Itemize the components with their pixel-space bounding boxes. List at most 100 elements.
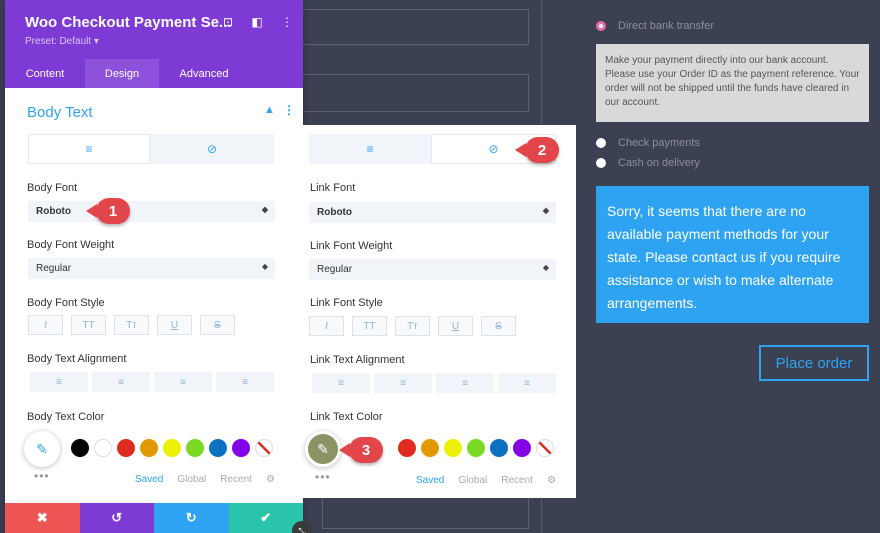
swatch-tab-saved[interactable]: Saved bbox=[135, 474, 163, 485]
no-color-swatch[interactable] bbox=[536, 439, 554, 457]
undo-button[interactable]: ↺ bbox=[79, 503, 154, 533]
color-swatch[interactable] bbox=[444, 439, 462, 457]
swatch-tabs: Saved Global Recent ⚙ bbox=[135, 474, 275, 485]
align-center-button[interactable]: ≡ bbox=[92, 372, 150, 392]
color-swatch[interactable] bbox=[117, 439, 135, 457]
align-right-button[interactable]: ≡ bbox=[154, 372, 212, 392]
align-justify-button[interactable]: ≡ bbox=[216, 372, 274, 392]
checkout-input-field[interactable] bbox=[300, 9, 529, 45]
color-swatch[interactable] bbox=[421, 439, 439, 457]
close-icon: ✖ bbox=[36, 510, 48, 525]
link-text-tab[interactable]: ⊘ bbox=[150, 134, 274, 164]
swatch-tab-saved[interactable]: Saved bbox=[416, 475, 444, 486]
eyedropper-icon: ✎ bbox=[317, 440, 329, 457]
capitalize-button[interactable]: Tт bbox=[114, 315, 149, 335]
more-colors-icon[interactable]: ••• bbox=[315, 470, 331, 484]
gear-icon[interactable]: ⚙ bbox=[547, 475, 556, 486]
body-weight-value: Regular bbox=[36, 263, 72, 274]
select-arrow-icon: ◆ bbox=[542, 263, 549, 272]
target-icon[interactable]: ⊡ bbox=[221, 15, 235, 29]
link-weight-value: Regular bbox=[317, 264, 353, 275]
align-left-button[interactable]: ≡ bbox=[312, 373, 370, 393]
capitalize-button[interactable]: Tт bbox=[395, 316, 430, 336]
redo-button[interactable]: ↻ bbox=[154, 503, 229, 533]
checkout-input-field[interactable] bbox=[300, 74, 529, 112]
radio-icon[interactable] bbox=[596, 158, 606, 168]
color-swatch[interactable] bbox=[398, 439, 416, 457]
color-swatch[interactable] bbox=[71, 439, 89, 457]
checkout-input-field[interactable] bbox=[322, 497, 529, 529]
callout-badge: 3 bbox=[339, 437, 383, 463]
color-swatch[interactable] bbox=[163, 439, 181, 457]
body-font-select[interactable]: Roboto ◆ bbox=[28, 201, 275, 222]
tab-advanced[interactable]: Advanced bbox=[159, 59, 249, 88]
payment-option-check[interactable]: Check payments bbox=[596, 137, 700, 149]
tab-content[interactable]: Content bbox=[5, 59, 85, 88]
color-swatch[interactable] bbox=[94, 439, 112, 457]
align-center-button[interactable]: ≡ bbox=[374, 373, 432, 393]
link-align-buttons: ≡ ≡ ≡ ≡ bbox=[312, 373, 556, 393]
section-menu-icon[interactable]: ⋮ bbox=[283, 103, 295, 117]
payment-option-cod[interactable]: Cash on delivery bbox=[596, 157, 700, 169]
link-color-label: Link Text Color bbox=[310, 411, 383, 423]
swatch-tab-global[interactable]: Global bbox=[458, 475, 487, 486]
eyedropper-button[interactable]: ✎ bbox=[24, 431, 60, 467]
color-swatch[interactable] bbox=[140, 439, 158, 457]
italic-button[interactable]: I bbox=[28, 315, 63, 335]
payment-description: Make your payment directly into our bank… bbox=[596, 44, 869, 122]
italic-button[interactable]: I bbox=[309, 316, 344, 336]
uppercase-button[interactable]: TT bbox=[352, 316, 387, 336]
underline-button[interactable]: U bbox=[157, 315, 192, 335]
align-left-button[interactable]: ≡ bbox=[30, 372, 88, 392]
body-text-tab[interactable]: ≡ bbox=[28, 134, 150, 164]
color-swatch[interactable] bbox=[232, 439, 250, 457]
text-type-toggle: ≡ ⊘ bbox=[28, 134, 274, 164]
color-swatch[interactable] bbox=[467, 439, 485, 457]
tab-design[interactable]: Design bbox=[85, 59, 159, 88]
link-icon: ⊘ bbox=[488, 142, 499, 156]
radio-checked-icon[interactable] bbox=[596, 21, 606, 31]
payment-option-bank[interactable]: Direct bank transfer bbox=[596, 20, 714, 32]
swatch-tab-recent[interactable]: Recent bbox=[501, 475, 533, 486]
no-payment-notice: Sorry, it seems that there are no availa… bbox=[596, 186, 869, 323]
uppercase-button[interactable]: TT bbox=[71, 315, 106, 335]
no-color-swatch[interactable] bbox=[255, 439, 273, 457]
swatch-tab-global[interactable]: Global bbox=[177, 474, 206, 485]
color-swatch[interactable] bbox=[186, 439, 204, 457]
color-swatch[interactable] bbox=[513, 439, 531, 457]
gear-icon[interactable]: ⚙ bbox=[266, 474, 275, 485]
color-swatch[interactable] bbox=[209, 439, 227, 457]
chevron-up-icon[interactable]: ▲ bbox=[264, 104, 275, 116]
preset-selector[interactable]: Preset: Default ▾ bbox=[25, 36, 99, 47]
radio-icon[interactable] bbox=[596, 138, 606, 148]
layout-icon[interactable]: ◧ bbox=[250, 15, 264, 29]
color-swatches bbox=[398, 439, 554, 457]
select-arrow-icon: ◆ bbox=[542, 206, 549, 215]
redo-icon: ↻ bbox=[185, 510, 197, 525]
underline-button[interactable]: U bbox=[438, 316, 473, 336]
place-order-button[interactable]: Place order bbox=[759, 345, 869, 381]
body-weight-select[interactable]: Regular ◆ bbox=[28, 258, 275, 279]
color-swatch[interactable] bbox=[490, 439, 508, 457]
eyedropper-icon: ✎ bbox=[36, 440, 48, 457]
body-font-value: Roboto bbox=[36, 206, 71, 217]
strikethrough-button[interactable]: S bbox=[481, 316, 516, 336]
link-weight-select[interactable]: Regular ◆ bbox=[309, 259, 556, 280]
section-title[interactable]: Body Text bbox=[27, 104, 93, 121]
align-justify-button[interactable]: ≡ bbox=[498, 373, 556, 393]
undo-icon: ↺ bbox=[111, 510, 123, 525]
align-right-button[interactable]: ≡ bbox=[436, 373, 494, 393]
more-icon[interactable]: ⋮ bbox=[280, 15, 294, 29]
resize-handle-icon[interactable]: ⤡ bbox=[292, 521, 312, 533]
link-font-select[interactable]: Roboto ◆ bbox=[309, 202, 556, 223]
link-style-buttons: I TT Tт U S bbox=[309, 316, 516, 336]
body-text-tab[interactable]: ≡ bbox=[309, 134, 431, 164]
payment-option-label: Cash on delivery bbox=[618, 157, 700, 169]
swatch-tab-recent[interactable]: Recent bbox=[220, 474, 252, 485]
strikethrough-button[interactable]: S bbox=[200, 315, 235, 335]
discard-button[interactable]: ✖ bbox=[5, 503, 80, 533]
more-colors-icon[interactable]: ••• bbox=[34, 469, 50, 483]
link-icon: ⊘ bbox=[206, 142, 218, 156]
eyedropper-button[interactable]: ✎ bbox=[305, 431, 341, 467]
body-align-label: Body Text Alignment bbox=[27, 353, 127, 365]
